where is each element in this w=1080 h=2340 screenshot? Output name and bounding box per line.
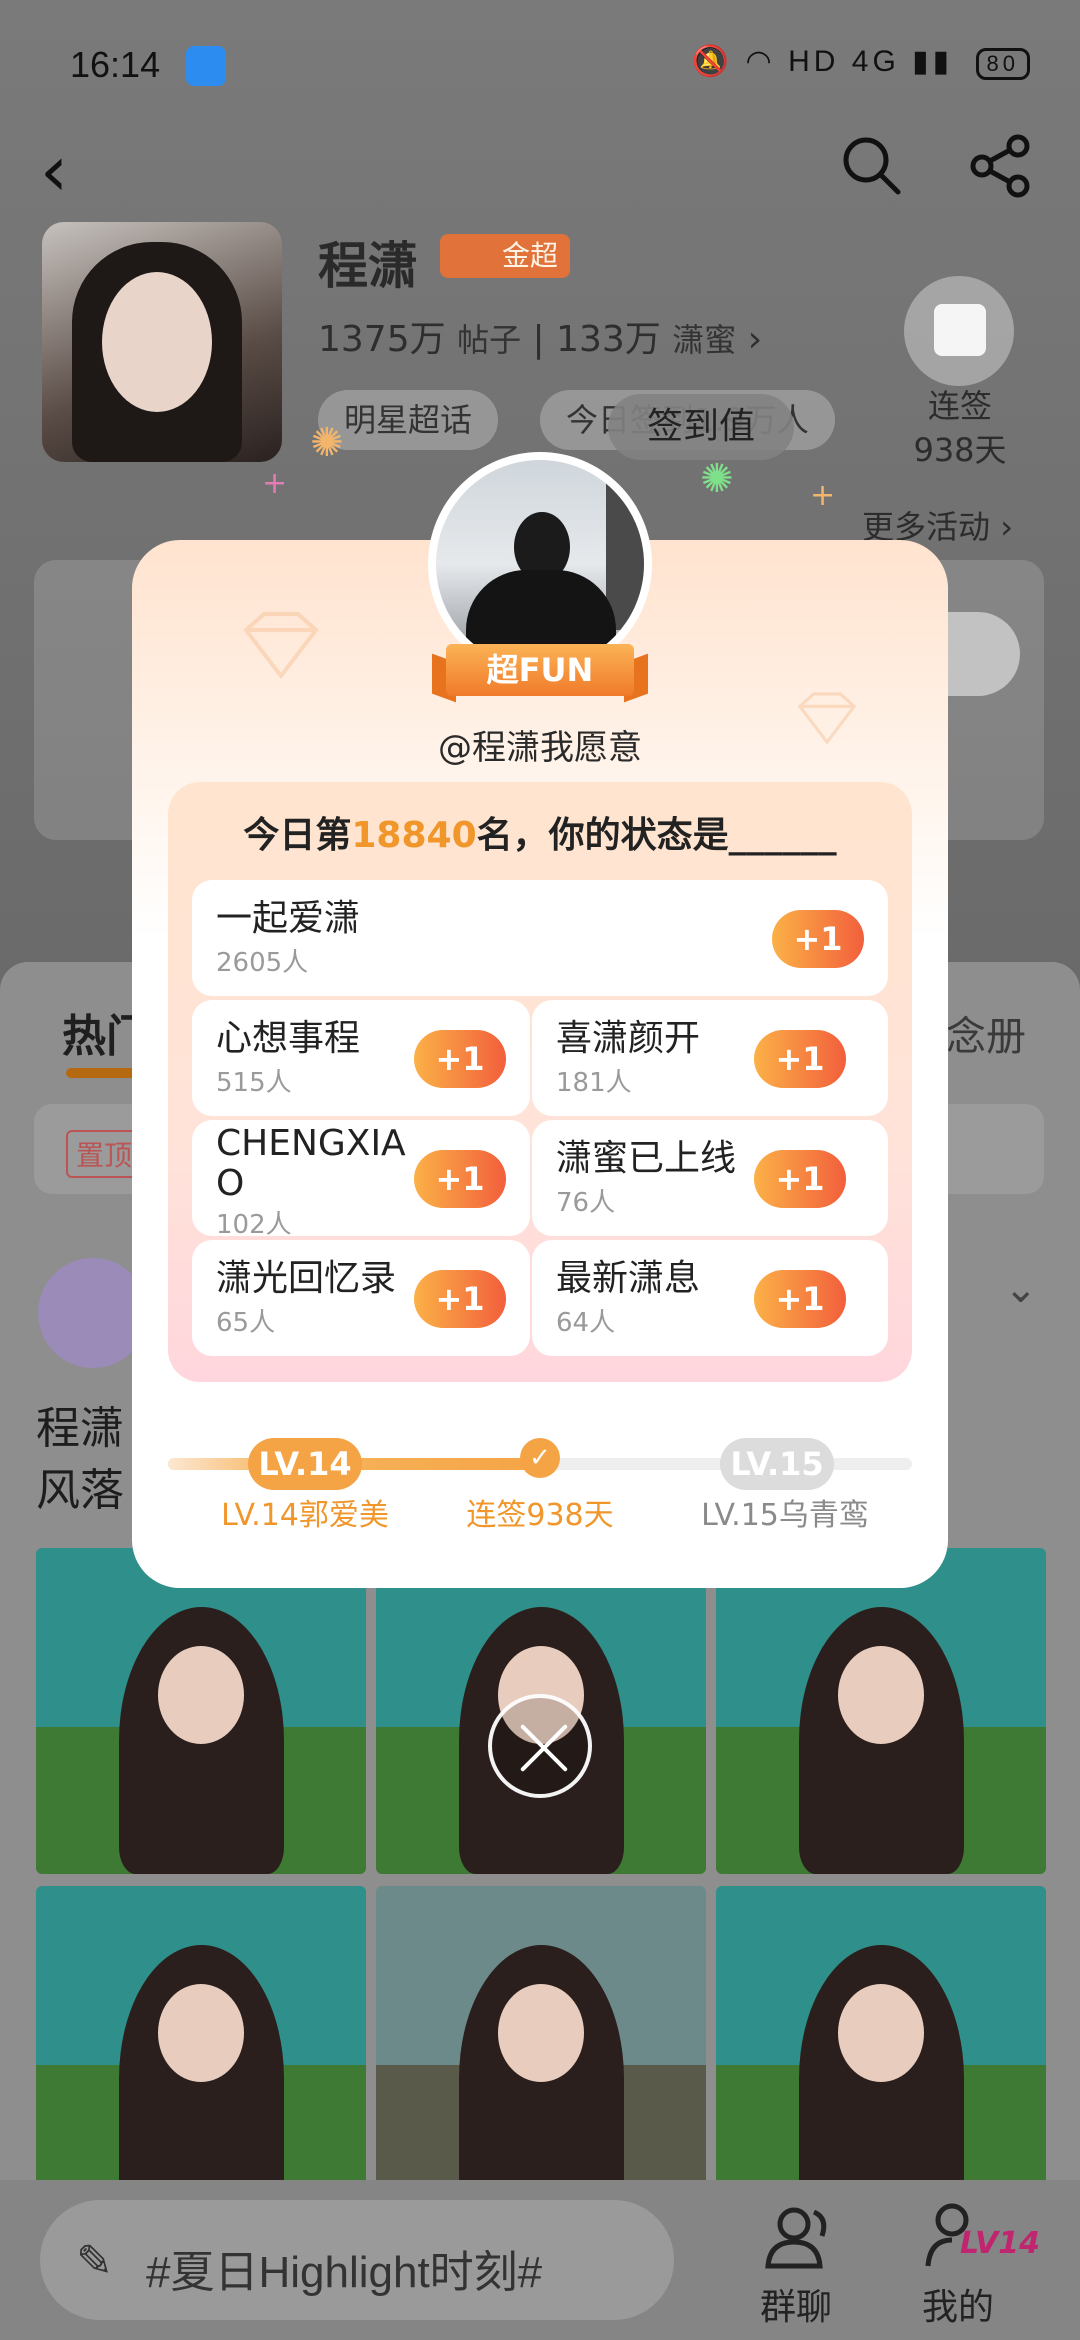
- status-option-name: CHENGXIAO: [216, 1123, 406, 1204]
- status-option[interactable]: CHENGXIAO 102人 +1: [192, 1120, 530, 1240]
- current-level-label: LV.14郭爱美: [221, 1498, 389, 1533]
- status-option[interactable]: 最新潇息 64人 +1: [532, 1240, 888, 1356]
- sparkle-icon: ✺: [700, 456, 734, 502]
- streak-label: 连签938天: [466, 1498, 614, 1533]
- status-option-name: 最新潇息: [556, 1258, 701, 1299]
- status-option-count: 2605人: [216, 948, 309, 978]
- sparkle-icon: +: [810, 478, 836, 513]
- status-option-name: 一起爱潇: [216, 898, 361, 939]
- status-option-count: 515人: [216, 1068, 292, 1098]
- plus-one-button[interactable]: +1: [414, 1030, 506, 1088]
- fun-ribbon: 超FUN: [432, 640, 648, 703]
- rank-number: 18840: [351, 815, 477, 856]
- plus-one-button[interactable]: +1: [414, 1270, 506, 1328]
- status-option[interactable]: 潇光回忆录 65人 +1: [192, 1240, 530, 1356]
- status-option-name: 潇蜜已上线: [556, 1138, 737, 1179]
- status-option-count: 102人: [216, 1210, 292, 1240]
- status-option[interactable]: 一起爱潇 2605人 +1: [192, 880, 888, 996]
- close-icon[interactable]: [488, 1694, 592, 1798]
- status-option-name: 心想事程: [216, 1018, 361, 1059]
- next-level-label: LV.15乌青鸾: [701, 1498, 869, 1533]
- plus-one-button[interactable]: +1: [754, 1030, 846, 1088]
- status-option-count: 76人: [556, 1188, 616, 1218]
- current-level-pill: LV.14: [248, 1438, 362, 1490]
- sparkle-icon: ✺: [310, 420, 344, 466]
- status-option-count: 64人: [556, 1308, 616, 1338]
- fun-ribbon-label: 超FUN: [446, 644, 634, 696]
- status-option[interactable]: 喜潇颜开 181人 +1: [532, 1000, 888, 1116]
- status-title: 今日第18840名，你的状态是______: [243, 815, 837, 856]
- plus-one-button[interactable]: +1: [414, 1150, 506, 1208]
- sparkle-icon: +: [262, 466, 288, 501]
- status-option[interactable]: 潇蜜已上线 76人 +1: [532, 1120, 888, 1236]
- plus-one-button[interactable]: +1: [754, 1270, 846, 1328]
- plus-one-button[interactable]: +1: [754, 1150, 846, 1208]
- status-option[interactable]: 心想事程 515人 +1: [192, 1000, 530, 1116]
- status-option-count: 181人: [556, 1068, 632, 1098]
- next-level-pill: LV.15: [720, 1438, 834, 1490]
- status-option-name: 喜潇颜开: [556, 1018, 701, 1059]
- status-option-count: 65人: [216, 1308, 276, 1338]
- plus-one-button[interactable]: +1: [772, 910, 864, 968]
- status-option-name: 潇光回忆录: [216, 1258, 397, 1299]
- check-icon: ✓: [520, 1438, 560, 1478]
- popup-handle: @程潇我愿意: [438, 728, 642, 768]
- diamond-icon: [243, 612, 319, 680]
